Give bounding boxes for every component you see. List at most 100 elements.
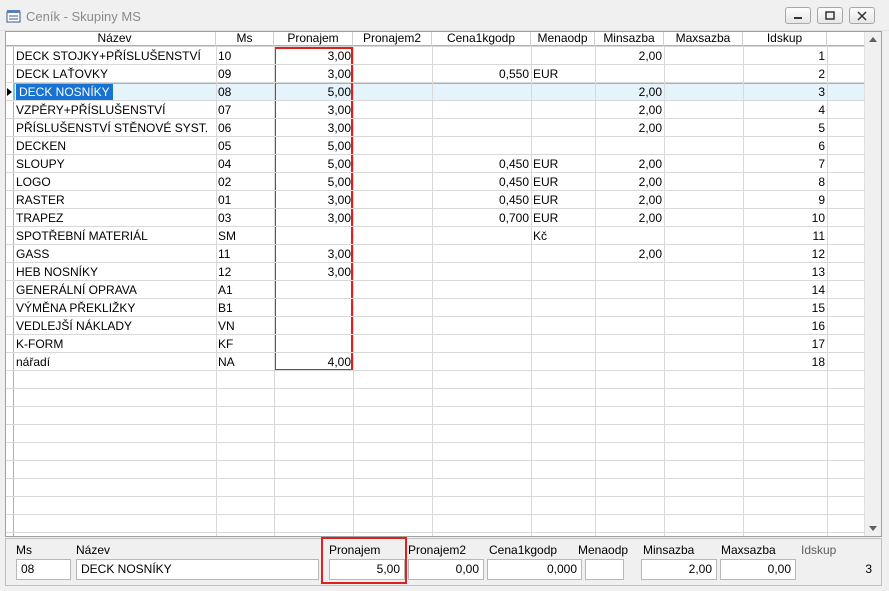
- scroll-down-icon[interactable]: [869, 526, 877, 531]
- cell-cena1kgodp[interactable]: 0,550: [432, 65, 531, 83]
- cell-nazev[interactable]: SPOTŘEBNÍ MATERIÁL: [14, 227, 216, 245]
- cell-pronajem[interactable]: 3,00: [274, 263, 353, 281]
- cell-maxsazba[interactable]: [664, 173, 743, 191]
- cell-minsazba[interactable]: [595, 263, 664, 281]
- cell-idskup[interactable]: 14: [743, 281, 827, 299]
- cell-minsazba[interactable]: 2,00: [595, 83, 664, 101]
- cell-ms[interactable]: 04: [216, 155, 274, 173]
- cell-pronajem2[interactable]: [353, 299, 432, 317]
- column-header-menaodp[interactable]: Menaodp: [531, 32, 595, 46]
- table-row[interactable]: SPOTŘEBNÍ MATERIÁL SM Kč 11: [14, 227, 865, 245]
- cell-idskup[interactable]: 9: [743, 191, 827, 209]
- column-header-maxsazba[interactable]: Maxsazba: [664, 32, 743, 46]
- scroll-up-icon[interactable]: [869, 37, 877, 42]
- cell-minsazba[interactable]: [595, 353, 664, 371]
- cell-minsazba[interactable]: [595, 227, 664, 245]
- cell-idskup[interactable]: 10: [743, 209, 827, 227]
- cell-nazev[interactable]: VEDLEJŠÍ NÁKLADY: [14, 317, 216, 335]
- column-header-pronajem[interactable]: Pronajem: [274, 32, 353, 46]
- cell-pronajem[interactable]: [274, 335, 353, 353]
- minsazba-field[interactable]: 2,00: [641, 559, 717, 580]
- cell-cena1kgodp[interactable]: 0,450: [432, 155, 531, 173]
- cell-maxsazba[interactable]: [664, 65, 743, 83]
- cell-pronajem[interactable]: [274, 299, 353, 317]
- cell-pronajem[interactable]: [274, 227, 353, 245]
- close-button[interactable]: [849, 7, 875, 24]
- cell-idskup[interactable]: 2: [743, 65, 827, 83]
- table-row[interactable]: PŘÍSLUŠENSTVÍ STĚNOVÉ SYST. 06 3,00 2,00 5: [14, 119, 865, 137]
- cell-minsazba[interactable]: [595, 299, 664, 317]
- cell-maxsazba[interactable]: [664, 209, 743, 227]
- table-row[interactable]: VÝMĚNA PŘEKLIŽKY B1 15: [14, 299, 865, 317]
- cell-cena1kgodp[interactable]: [432, 245, 531, 263]
- cell-cena1kgodp[interactable]: [432, 281, 531, 299]
- cell-minsazba[interactable]: [595, 335, 664, 353]
- cell-idskup[interactable]: 1: [743, 47, 827, 65]
- cell-idskup[interactable]: 12: [743, 245, 827, 263]
- cell-ms[interactable]: 05: [216, 137, 274, 155]
- pronajem2-field[interactable]: 0,00: [408, 559, 484, 580]
- cell-ms[interactable]: B1: [216, 299, 274, 317]
- cell-ms[interactable]: 01: [216, 191, 274, 209]
- table-row[interactable]: HEB NOSNÍKY 12 3,00 13: [14, 263, 865, 281]
- cell-pronajem2[interactable]: [353, 137, 432, 155]
- table-row[interactable]: VEDLEJŠÍ NÁKLADY VN 16: [14, 317, 865, 335]
- cell-ms[interactable]: 12: [216, 263, 274, 281]
- table-row[interactable]: GENERÁLNÍ OPRAVA A1 14: [14, 281, 865, 299]
- cell-nazev[interactable]: VZPĚRY+PŘÍSLUŠENSTVÍ: [14, 101, 216, 119]
- cell-menaodp[interactable]: [531, 137, 595, 155]
- cell-maxsazba[interactable]: [664, 47, 743, 65]
- cell-pronajem[interactable]: 4,00: [274, 353, 353, 371]
- cena1kgodp-field[interactable]: 0,000: [487, 559, 582, 580]
- cell-menaodp[interactable]: EUR: [531, 155, 595, 173]
- column-header-pronajem2[interactable]: Pronajem2: [353, 32, 432, 46]
- cell-menaodp[interactable]: EUR: [531, 209, 595, 227]
- cell-idskup[interactable]: 13: [743, 263, 827, 281]
- cell-cena1kgodp[interactable]: [432, 263, 531, 281]
- cell-idskup[interactable]: 4: [743, 101, 827, 119]
- cell-minsazba[interactable]: [595, 317, 664, 335]
- cell-pronajem2[interactable]: [353, 353, 432, 371]
- cell-nazev[interactable]: K-FORM: [14, 335, 216, 353]
- cell-nazev[interactable]: DECKEN: [14, 137, 216, 155]
- cell-pronajem2[interactable]: [353, 245, 432, 263]
- cell-ms[interactable]: 10: [216, 47, 274, 65]
- cell-ms[interactable]: 03: [216, 209, 274, 227]
- cell-pronajem[interactable]: 5,00: [274, 173, 353, 191]
- table-row[interactable]: K-FORM KF 17: [14, 335, 865, 353]
- cell-ms[interactable]: 06: [216, 119, 274, 137]
- cell-pronajem[interactable]: [274, 281, 353, 299]
- column-header-cena1kgodp[interactable]: Cena1kgodp: [432, 32, 531, 46]
- cell-cena1kgodp[interactable]: [432, 101, 531, 119]
- cell-idskup[interactable]: 8: [743, 173, 827, 191]
- cell-pronajem[interactable]: 3,00: [274, 47, 353, 65]
- cell-idskup[interactable]: 6: [743, 137, 827, 155]
- cell-nazev[interactable]: nářadí: [14, 353, 216, 371]
- table-row[interactable]: GASS 11 3,00 2,00 12: [14, 245, 865, 263]
- nazev-field[interactable]: DECK NOSNÍKY: [76, 559, 319, 580]
- cell-maxsazba[interactable]: [664, 317, 743, 335]
- cell-pronajem[interactable]: 3,00: [274, 209, 353, 227]
- cell-pronajem[interactable]: 3,00: [274, 65, 353, 83]
- cell-idskup[interactable]: 15: [743, 299, 827, 317]
- table-row[interactable]: VZPĚRY+PŘÍSLUŠENSTVÍ 07 3,00 2,00 4: [14, 101, 865, 119]
- cell-menaodp[interactable]: [531, 245, 595, 263]
- cell-maxsazba[interactable]: [664, 353, 743, 371]
- cell-minsazba[interactable]: 2,00: [595, 245, 664, 263]
- cell-menaodp[interactable]: [531, 299, 595, 317]
- menaodp-field[interactable]: [585, 559, 624, 580]
- column-header-idskup[interactable]: Idskup: [743, 32, 827, 46]
- cell-nazev[interactable]: GASS: [14, 245, 216, 263]
- minimize-button[interactable]: [785, 7, 811, 24]
- table-row[interactable]: nářadí NA 4,00 18: [14, 353, 865, 371]
- restore-button[interactable]: [817, 7, 843, 24]
- cell-minsazba[interactable]: 2,00: [595, 119, 664, 137]
- cell-pronajem2[interactable]: [353, 101, 432, 119]
- cell-pronajem2[interactable]: [353, 209, 432, 227]
- cell-menaodp[interactable]: EUR: [531, 65, 595, 83]
- cell-menaodp[interactable]: [531, 317, 595, 335]
- cell-maxsazba[interactable]: [664, 227, 743, 245]
- cell-nazev[interactable]: DECK STOJKY+PŘÍSLUŠENSTVÍ: [14, 47, 216, 65]
- cell-ms[interactable]: NA: [216, 353, 274, 371]
- cell-cena1kgodp[interactable]: [432, 119, 531, 137]
